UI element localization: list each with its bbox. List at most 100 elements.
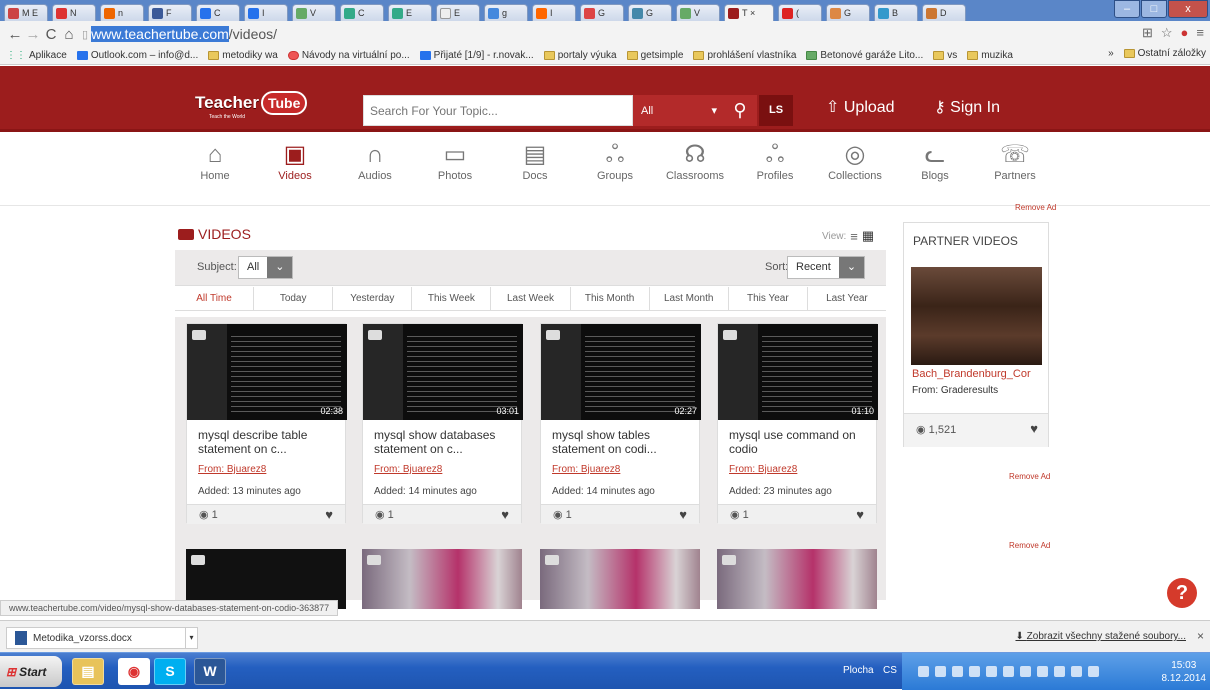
bookmark-folder[interactable]: muzika	[967, 50, 1013, 61]
nav-home[interactable]: ⌂ Home	[175, 134, 255, 204]
author-link[interactable]: From: Bjuarez8	[729, 464, 797, 475]
browser-tab[interactable]: C	[340, 4, 384, 21]
close-window-button[interactable]: x	[1168, 0, 1208, 18]
nav-videos[interactable]: ▣ Videos	[255, 134, 335, 204]
chrome-icon[interactable]: ◉	[118, 658, 150, 685]
search-input[interactable]	[363, 95, 633, 126]
back-arrow-icon[interactable]: ←	[6, 26, 24, 43]
video-card[interactable]: 02:38 mysql describe table statement on …	[186, 323, 347, 524]
file-explorer-icon[interactable]: ▤	[72, 658, 104, 685]
partner-video-title[interactable]: Bach_Brandenburg_Cor	[912, 368, 1031, 380]
nav-audios[interactable]: ∩ Audios	[335, 134, 415, 204]
browser-tab[interactable]: g	[484, 4, 528, 21]
bookmark-folder[interactable]: metodiky wa	[208, 50, 278, 61]
browser-tab[interactable]: n	[100, 4, 144, 21]
video-thumbnail[interactable]	[362, 549, 522, 609]
start-button[interactable]: ⊞ Start	[0, 656, 62, 687]
browser-tab[interactable]: D	[922, 4, 966, 21]
heart-icon[interactable]: ♥	[501, 507, 509, 522]
translate-icon[interactable]: ⊞	[1142, 25, 1153, 41]
clock[interactable]: 15:03 8.12.2014	[1162, 659, 1207, 685]
video-title[interactable]: mysql use command on codio	[729, 428, 869, 456]
video-thumbnail[interactable]	[540, 549, 700, 609]
bookmark-item[interactable]: Outlook.com – info@d...	[76, 50, 198, 61]
tab-last-year[interactable]: Last Year	[808, 287, 886, 310]
bookmark-apps[interactable]: ⋮⋮ Aplikace	[6, 50, 67, 61]
browser-tab-active[interactable]: T ×	[724, 4, 774, 21]
tab-this-month[interactable]: This Month	[571, 287, 650, 310]
browser-tab[interactable]: G	[826, 4, 870, 21]
list-view-icon[interactable]: ≡	[850, 229, 858, 244]
bookmark-folder[interactable]: portaly výuka	[543, 50, 617, 61]
video-card[interactable]: 03:01 mysql show databases statement on …	[362, 323, 523, 524]
browser-tab[interactable]: B	[874, 4, 918, 21]
ls-button[interactable]: LS	[759, 95, 793, 126]
video-title[interactable]: mysql describe table statement on c...	[198, 428, 338, 456]
flag-icon[interactable]	[1037, 666, 1048, 677]
help-button[interactable]: ?	[1167, 578, 1197, 608]
other-bookmarks[interactable]: Ostatní záložky	[1138, 48, 1206, 59]
video-thumbnail[interactable]	[717, 549, 877, 609]
monitor-icon[interactable]	[1020, 666, 1031, 677]
close-downloads-icon[interactable]: ×	[1197, 629, 1204, 643]
close-tab-icon[interactable]: ×	[748, 8, 755, 18]
teachertube-logo[interactable]: Teacher Tube Teach the World	[195, 84, 308, 122]
nav-partners[interactable]: ☏ Partners	[975, 134, 1055, 204]
reload-icon[interactable]: C	[42, 26, 60, 43]
nav-groups[interactable]: ஃ Groups	[575, 134, 655, 204]
video-thumbnail[interactable]: 01:10	[718, 324, 878, 420]
nav-collections[interactable]: ◎ Collections	[815, 134, 895, 204]
more-bookmarks-button[interactable]: »	[1108, 48, 1114, 59]
partner-video-thumbnail[interactable]	[911, 267, 1042, 365]
desktop-toolbar[interactable]: Plocha	[843, 665, 874, 676]
browser-tab[interactable]: I	[532, 4, 576, 21]
device-icon[interactable]	[1054, 666, 1065, 677]
language-indicator[interactable]: CS	[883, 665, 897, 676]
video-card[interactable]: 01:10 mysql use command on codio From: B…	[717, 323, 878, 524]
heart-icon[interactable]: ♥	[856, 507, 864, 522]
url-input[interactable]: ▯ www.teachertube.com/videos/	[82, 23, 1120, 45]
heart-icon[interactable]: ♥	[679, 507, 687, 522]
tab-this-year[interactable]: This Year	[729, 287, 808, 310]
tab-today[interactable]: Today	[254, 287, 334, 310]
nav-docs[interactable]: ▤ Docs	[495, 134, 575, 204]
author-link[interactable]: From: Bjuarez8	[552, 464, 620, 475]
video-title[interactable]: mysql show tables statement on codi...	[552, 428, 692, 456]
grid-view-icon[interactable]: ▦	[862, 228, 874, 244]
remove-ad-link[interactable]: Remove Ad	[1009, 541, 1050, 550]
browser-tab[interactable]: (	[778, 4, 822, 21]
download-item[interactable]: Metodika_vzorss.docx ▾	[6, 627, 198, 649]
menu-icon[interactable]: ≡	[1196, 25, 1204, 41]
browser-tab[interactable]: G	[628, 4, 672, 21]
browser-tab[interactable]: M E	[4, 4, 48, 21]
bookmark-folder[interactable]: prohlášení vlastníka	[693, 50, 796, 61]
cloud-icon[interactable]	[952, 666, 963, 677]
video-title[interactable]: mysql show databases statement on c...	[374, 428, 514, 456]
bluetooth-icon[interactable]	[969, 666, 980, 677]
signal-icon[interactable]	[1071, 666, 1082, 677]
home-icon[interactable]: ⌂	[60, 26, 78, 43]
word-icon[interactable]: W	[194, 658, 226, 685]
browser-tab[interactable]: V	[292, 4, 336, 21]
network-icon[interactable]	[918, 666, 929, 677]
security-icon[interactable]	[935, 666, 946, 677]
minimize-button[interactable]: –	[1114, 0, 1140, 18]
bookmark-folder[interactable]: vs	[933, 50, 957, 61]
upload-button[interactable]: ⇧ Upload	[826, 97, 895, 117]
browser-tab[interactable]: F	[148, 4, 192, 21]
video-thumbnail[interactable]: 02:38	[187, 324, 347, 420]
subject-select[interactable]: All ⌄	[238, 256, 294, 279]
author-link[interactable]: From: Bjuarez8	[374, 464, 442, 475]
volume-icon[interactable]	[1088, 666, 1099, 677]
browser-tab[interactable]: E	[436, 4, 480, 21]
nav-photos[interactable]: ▭ Photos	[415, 134, 495, 204]
browser-tab[interactable]: G	[580, 4, 624, 21]
bookmark-item[interactable]: Přijaté [1/9] - r.novak...	[419, 50, 534, 61]
remove-ad-link[interactable]: Remove Ad	[1015, 203, 1056, 212]
extension-icon[interactable]: ●	[1181, 25, 1189, 41]
chevron-down-icon[interactable]: ▾	[185, 628, 197, 648]
browser-tab[interactable]: V	[676, 4, 720, 21]
nav-blogs[interactable]: ᓚ Blogs	[895, 134, 975, 204]
tab-all-time[interactable]: All Time	[175, 287, 255, 310]
browser-tab[interactable]: I	[244, 4, 288, 21]
